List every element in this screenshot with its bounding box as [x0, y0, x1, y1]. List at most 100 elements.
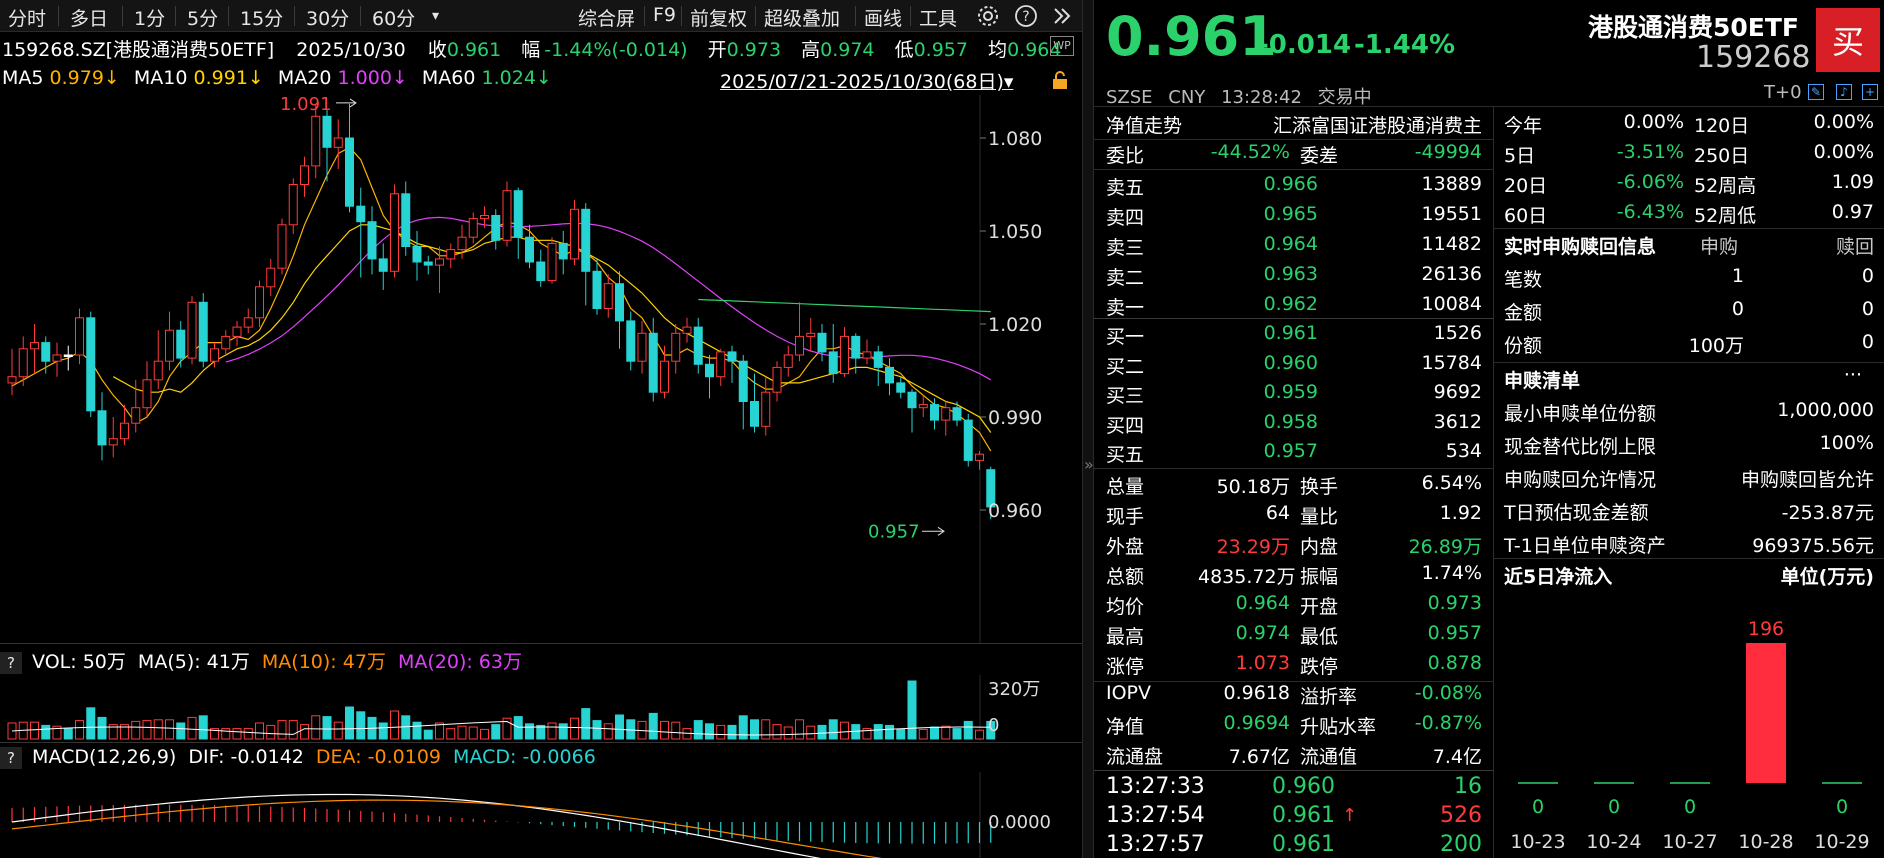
volume-bar — [772, 724, 782, 740]
volume-bar — [941, 725, 951, 740]
perf-label: 250日 — [1694, 145, 1750, 167]
candle-body — [153, 360, 163, 381]
candle-body — [896, 382, 906, 393]
toolbar-super-overlay[interactable]: 超级叠加 — [764, 4, 840, 31]
book-row-volume: 19551 — [1421, 203, 1482, 225]
period-tab-30min[interactable]: 30分 — [306, 4, 349, 31]
price-change: -0.014 — [1258, 30, 1352, 60]
subscription-title: 实时申购赎回信息 — [1504, 236, 1657, 258]
inflow-bar-value: 0 — [1608, 796, 1620, 818]
perf-label: 20日 — [1504, 175, 1548, 197]
candle-body — [941, 407, 951, 421]
perf-value: -3.51% — [1616, 141, 1684, 163]
macd-chart[interactable]: 0.0000 — [0, 772, 1082, 858]
edit-icon[interactable]: ✎ — [1808, 84, 1824, 100]
volume-bar — [446, 728, 456, 740]
divider — [1494, 228, 1884, 229]
bid-ask-diff: -49994 — [1414, 141, 1482, 163]
volume-bar — [86, 707, 96, 740]
add-icon[interactable]: + — [1862, 84, 1878, 100]
tick-time: 13:27:54 — [1106, 803, 1205, 828]
date-range-selector[interactable]: 2025/07/21-2025/10/30(68日)▾ — [720, 67, 1013, 94]
volume-help-icon[interactable]: ? — [0, 652, 22, 674]
volume-axis-zero: 0 — [988, 715, 999, 736]
candle-body — [221, 335, 231, 350]
help-icon[interactable]: ? — [1014, 4, 1038, 33]
volume-bar — [671, 721, 681, 740]
creation-list-label: T日预估现金差额 — [1504, 502, 1649, 524]
candle-body — [716, 351, 726, 378]
candle-body — [671, 332, 681, 362]
volume-bar — [63, 728, 73, 740]
tick-volume: 200 — [1440, 832, 1482, 857]
period-tab-15min[interactable]: 15分 — [240, 4, 283, 31]
volume-bar — [873, 724, 883, 740]
candle-body — [885, 366, 894, 384]
candle-body — [243, 317, 253, 328]
toolbar-forward-adjust[interactable]: 前复权 — [690, 4, 747, 31]
book-row-price: 0.964 — [1263, 233, 1318, 255]
price-axis-label: 1.020 — [988, 314, 1042, 336]
gear-icon[interactable] — [976, 4, 1000, 33]
inflow-date-label: 10-28 — [1738, 831, 1793, 853]
collapse-right-icon[interactable] — [1050, 4, 1074, 33]
toolbar-draw-line[interactable]: 画线 — [864, 4, 902, 31]
book-row-label: 卖二 — [1106, 267, 1145, 289]
bid-row: 买五 0.957 534 — [1106, 440, 1482, 468]
volume-bar — [761, 719, 771, 740]
period-tab-1min[interactable]: 1分 — [134, 4, 165, 31]
book-row-label: 卖四 — [1106, 207, 1145, 229]
nav-trend-tab[interactable]: 净值走势 — [1106, 111, 1182, 138]
stat-value: 1.073 — [1235, 652, 1290, 674]
volume-bar — [378, 722, 388, 740]
lock-icon[interactable] — [1050, 70, 1070, 95]
tick-price: 0.961 — [1272, 832, 1335, 857]
candle-body — [97, 410, 107, 446]
period-tab-multiday[interactable]: 多日 — [70, 4, 108, 31]
chevron-down-icon: ▾ — [1003, 71, 1014, 93]
macd-panel-border — [0, 742, 1082, 743]
date-range-text: 2025/07/21-2025/10/30(68日) — [720, 71, 1004, 93]
volume-bar — [783, 726, 793, 740]
stat-label: IOPV — [1106, 682, 1152, 704]
candle-body — [930, 404, 939, 421]
bell-icon[interactable]: ♪ — [1836, 84, 1852, 100]
candle-body — [525, 236, 534, 263]
macd-help-icon[interactable]: ? — [0, 747, 22, 769]
ma60-line — [698, 298, 991, 313]
candlestick-chart[interactable]: 1.080 1.050 1.020 0.990 0.960 1.091 0.957 — [0, 95, 1082, 643]
macd-value: MACD: -0.0066 — [453, 746, 596, 768]
candle-body — [210, 348, 219, 362]
candle-body — [547, 242, 557, 282]
candle-body — [513, 190, 523, 238]
toolbar-composite-screen[interactable]: 综合屏 — [578, 4, 635, 31]
price-axis-label: 1.050 — [988, 221, 1042, 243]
tick-time: 13:27:33 — [1106, 774, 1205, 799]
wp-badge-icon[interactable]: WP — [1050, 36, 1074, 56]
period-more-dropdown-icon[interactable]: ▾ — [432, 8, 439, 24]
toolbar-tools[interactable]: 工具 — [919, 4, 957, 31]
creation-list-more-icon[interactable]: ··· — [1844, 364, 1862, 386]
volume-bar — [885, 724, 894, 740]
candle-body — [491, 215, 501, 241]
subscription-row-label: 笔数 — [1504, 269, 1543, 291]
price-axis-label: 1.080 — [988, 128, 1042, 150]
period-tab-60min[interactable]: 60分 — [372, 4, 415, 31]
volume-bar — [547, 722, 557, 740]
volume-bar — [423, 729, 433, 740]
book-row-price: 0.963 — [1263, 263, 1318, 285]
book-row-volume: 3612 — [1433, 410, 1482, 433]
period-tab-5min[interactable]: 5分 — [187, 4, 218, 31]
period-tab-fenshi[interactable]: 分时 — [8, 4, 46, 31]
volume-chart[interactable]: 320万 0 — [0, 675, 1082, 741]
toolbar-f9[interactable]: F9 — [653, 4, 676, 26]
book-row-price: 0.966 — [1263, 173, 1318, 195]
panel-splitter[interactable]: » — [1082, 0, 1094, 858]
book-row-price: 0.961 — [1263, 322, 1318, 344]
buy-button[interactable]: 买 — [1816, 8, 1880, 72]
up-arrow-icon: ↑ — [1342, 805, 1358, 826]
perf-value: 0.97 — [1831, 201, 1874, 223]
volume-bar — [165, 719, 174, 740]
stat-value: 0.957 — [1427, 622, 1482, 644]
stat-value: 0.878 — [1427, 652, 1482, 674]
